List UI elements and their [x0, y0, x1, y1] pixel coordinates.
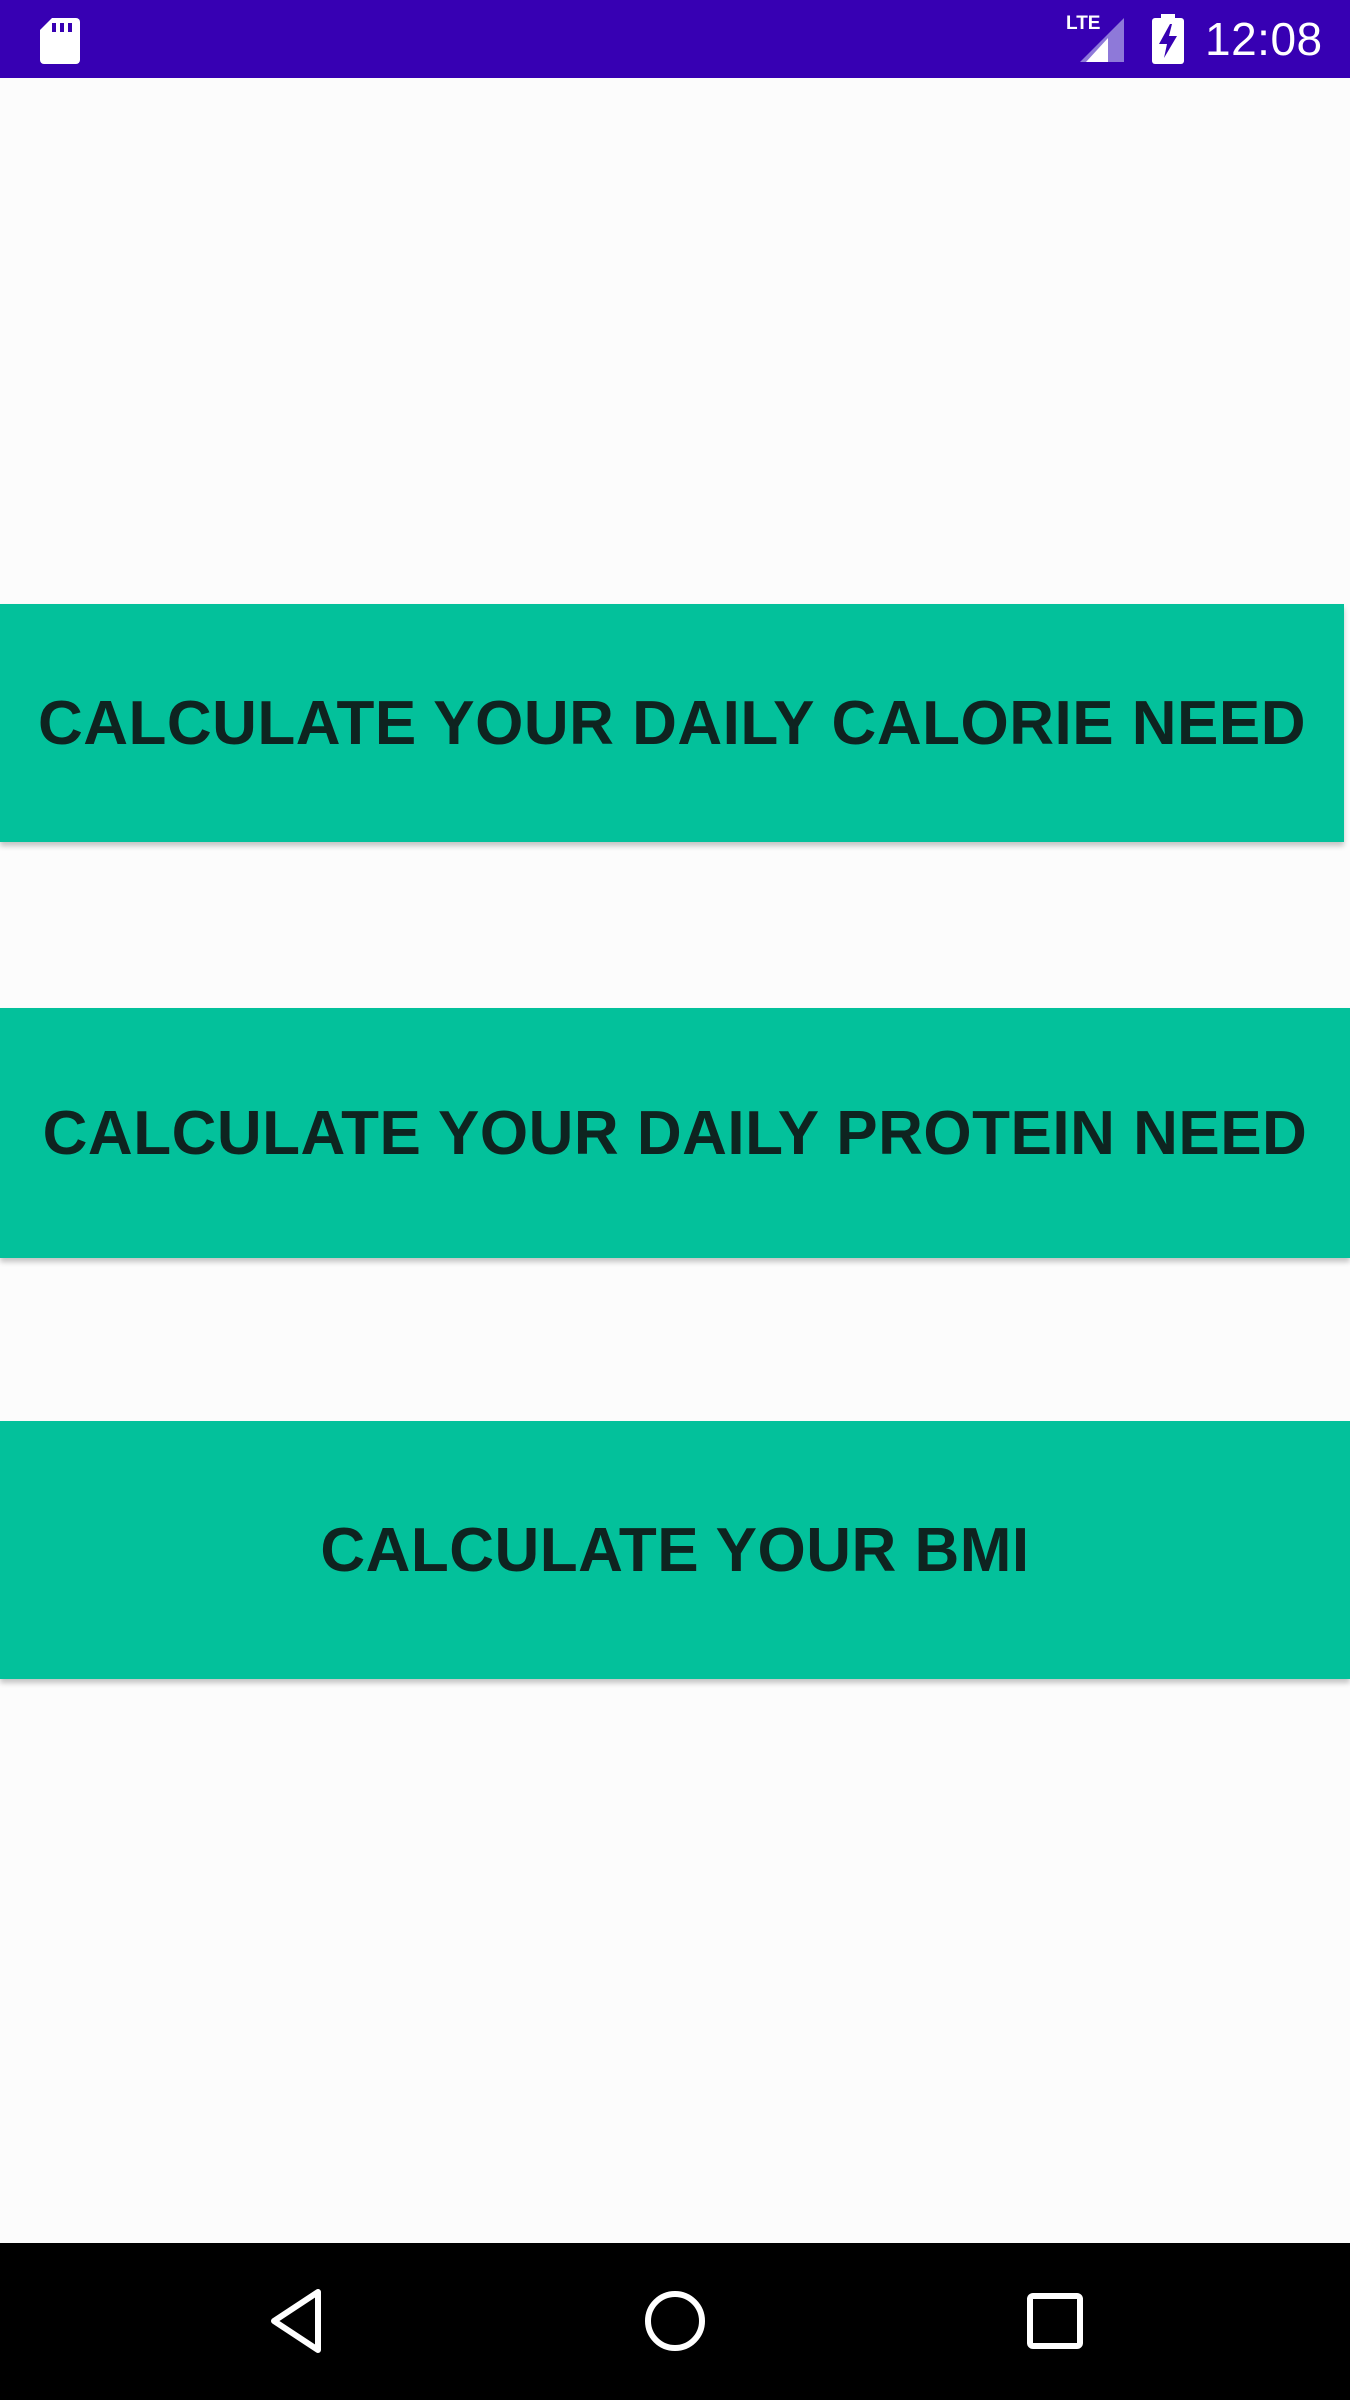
home-button[interactable]: [625, 2271, 725, 2371]
status-bar-clock: 12:08: [1205, 13, 1323, 65]
app-screen: LTE 12:08 CALCULATE YOUR DAILY CALORIE N…: [0, 0, 1350, 2400]
network-type-label: LTE: [1066, 13, 1101, 34]
home-icon: [645, 2291, 705, 2351]
sd-card-icon: [38, 16, 82, 64]
calorie-need-button[interactable]: CALCULATE YOUR DAILY CALORIE NEED: [0, 604, 1344, 842]
back-button[interactable]: [246, 2271, 346, 2371]
status-bar: LTE 12:08: [0, 0, 1350, 78]
calorie-need-button-label: CALCULATE YOUR DAILY CALORIE NEED: [37, 688, 1307, 758]
battery-charging-icon: [1150, 14, 1186, 64]
bmi-button[interactable]: CALCULATE YOUR BMI: [0, 1421, 1350, 1679]
back-icon: [271, 2289, 321, 2353]
lte-signal-icon: LTE: [1066, 14, 1126, 64]
protein-need-button[interactable]: CALCULATE YOUR DAILY PROTEIN NEED: [0, 1008, 1350, 1258]
navigation-bar: [0, 2243, 1350, 2400]
protein-need-button-label: CALCULATE YOUR DAILY PROTEIN NEED: [42, 1098, 1308, 1168]
recents-icon: [1027, 2293, 1083, 2349]
bmi-button-label: CALCULATE YOUR BMI: [320, 1515, 1030, 1585]
recents-button[interactable]: [1005, 2271, 1105, 2371]
